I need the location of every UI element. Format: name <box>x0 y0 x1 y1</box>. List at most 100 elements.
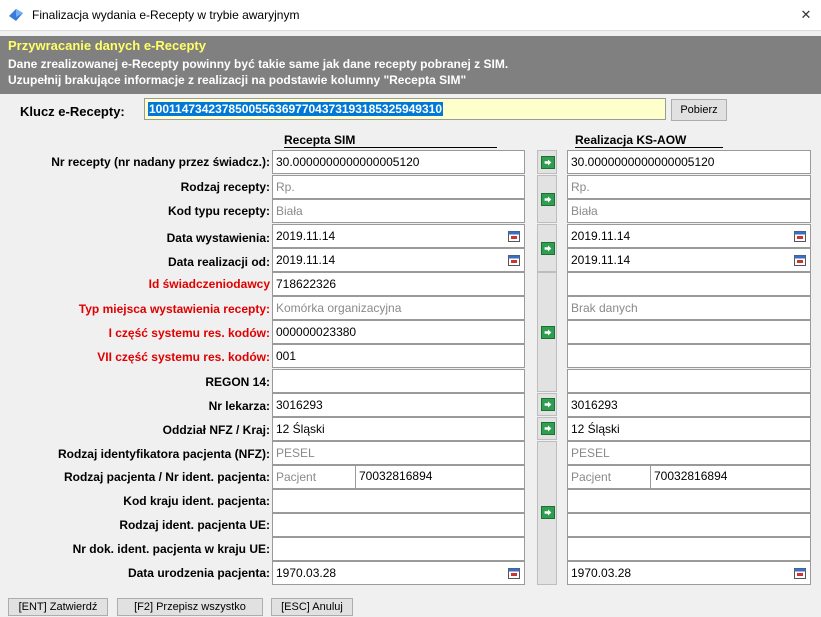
copy-arrow-icon[interactable] <box>541 193 555 206</box>
copy-group <box>537 393 557 416</box>
row-label: Rodzaj pacjenta / Nr ident. pacjenta: <box>63 470 270 484</box>
row-label-required: I część systemu res. kodów: <box>108 326 270 340</box>
calendar-icon[interactable] <box>508 255 520 266</box>
sim-patient-id-value[interactable]: 70032816894 <box>355 466 432 488</box>
sim-field-provider-id[interactable]: 718622326 <box>272 272 525 296</box>
column-header-ks-underline <box>575 147 723 148</box>
copy-arrow-icon[interactable] <box>541 326 555 339</box>
ks-field-provider-id[interactable] <box>567 272 811 296</box>
row-label-required: Id świadczeniodawcy <box>148 277 270 291</box>
ks-realization-date-value: 2019.11.14 <box>571 253 631 267</box>
ks-field-patient-id-type[interactable]: PESEL <box>567 441 811 465</box>
confirm-button[interactable]: [ENT] Zatwierdź <box>8 598 108 616</box>
sim-field-patient-kind[interactable]: Pacjent 70032816894 <box>272 465 525 489</box>
sim-field-nfz-branch[interactable]: 12 Śląski <box>272 417 525 441</box>
banner-line-1: Dane zrealizowanej e-Recepty powinny być… <box>8 57 509 71</box>
close-icon[interactable]: ✕ <box>791 0 821 30</box>
row-label: Data wystawienia: <box>166 231 270 245</box>
sim-field-eu-id-type[interactable] <box>272 513 525 537</box>
sim-field-prescription-number[interactable]: 30.0000000000000005120 <box>272 150 525 174</box>
sim-field-prescription-type[interactable]: Rp. <box>272 175 525 199</box>
ks-birth-date-value: 1970.03.28 <box>571 566 632 580</box>
sim-field-regon[interactable] <box>272 369 525 393</box>
row-label: Rodzaj recepty: <box>180 180 270 194</box>
sim-field-eu-doc-number[interactable] <box>272 537 525 561</box>
row-label: REGON 14: <box>205 375 270 389</box>
row-label-required: VII część systemu res. kodów: <box>97 350 270 364</box>
calendar-icon[interactable] <box>508 231 520 242</box>
ks-field-prescription-type[interactable]: Rp. <box>567 175 811 199</box>
ks-field-realization-date[interactable]: 2019.11.14 <box>567 248 811 272</box>
ks-field-country-code[interactable] <box>567 489 811 513</box>
row-label: Nr lekarza: <box>208 399 270 413</box>
ks-field-eu-id-type[interactable] <box>567 513 811 537</box>
ks-patient-id-value[interactable]: 70032816894 <box>650 466 727 488</box>
copy-group <box>537 224 557 272</box>
ks-field-regon[interactable] <box>567 369 811 393</box>
sim-field-patient-id-type[interactable]: PESEL <box>272 441 525 465</box>
window-title: Finalizacja wydania e-Recepty w trybie a… <box>32 8 300 22</box>
copy-arrow-icon[interactable] <box>541 506 555 519</box>
calendar-icon[interactable] <box>794 231 806 242</box>
calendar-icon[interactable] <box>508 568 520 579</box>
ks-field-code-part-7[interactable] <box>567 344 811 368</box>
copy-group <box>537 150 557 174</box>
row-label: Rodzaj ident. pacjenta UE: <box>119 518 270 532</box>
copy-group <box>537 417 557 440</box>
ks-field-patient-kind[interactable]: Pacjent 70032816894 <box>567 465 811 489</box>
row-label: Data realizacji od: <box>167 255 270 269</box>
row-label: Nr dok. ident. pacjenta w kraju UE: <box>72 542 270 556</box>
ks-field-place-type[interactable]: Brak danych <box>567 296 811 320</box>
copy-group <box>537 175 557 223</box>
app-icon <box>9 9 23 21</box>
row-label: Kod typu recepty: <box>167 204 270 218</box>
fetch-button[interactable]: Pobierz <box>671 99 727 121</box>
sim-realization-date-value: 2019.11.14 <box>276 253 336 267</box>
copy-all-button[interactable]: [F2] Przepisz wszystko <box>117 598 263 616</box>
ks-field-type-code[interactable]: Biała <box>567 199 811 223</box>
cancel-button[interactable]: [ESC] Anuluj <box>271 598 353 616</box>
sim-field-place-type[interactable]: Komórka organizacyjna <box>272 296 525 320</box>
row-label: Nr recepty (nr nadany przez świadcz.): <box>51 155 270 169</box>
row-label: Data urodzenia pacjenta: <box>127 566 270 580</box>
sim-field-issue-date[interactable]: 2019.11.14 <box>272 224 525 248</box>
ks-field-birth-date[interactable]: 1970.03.28 <box>567 561 811 585</box>
sim-field-code-part-7[interactable]: 001 <box>272 344 525 368</box>
row-label-required: Typ miejsca wystawienia recepty: <box>78 302 270 316</box>
title-bar: Finalizacja wydania e-Recepty w trybie a… <box>0 0 821 31</box>
ks-field-doctor-number[interactable]: 3016293 <box>567 393 811 417</box>
ks-field-nfz-branch[interactable]: 12 Śląski <box>567 417 811 441</box>
calendar-icon[interactable] <box>794 255 806 266</box>
ks-field-code-part-1[interactable] <box>567 320 811 344</box>
ks-patient-kind-value: Pacjent <box>571 470 612 484</box>
row-label: Kod kraju ident. pacjenta: <box>123 494 270 508</box>
banner-heading: Przywracanie danych e-Recepty <box>8 38 206 53</box>
copy-arrow-icon[interactable] <box>541 156 555 169</box>
key-value: 1001147342378500556369770437319318532594… <box>148 102 443 116</box>
column-header-ks: Realizacja KS-AOW <box>575 133 687 147</box>
key-input[interactable]: 1001147342378500556369770437319318532594… <box>144 98 666 120</box>
footer-bar: [ENT] Zatwierdź [F2] Przepisz wszystko [… <box>0 596 821 617</box>
calendar-icon[interactable] <box>794 568 806 579</box>
column-header-sim-underline <box>284 147 497 148</box>
banner-line-2: Uzupełnij brakujące informacje z realiza… <box>8 73 467 87</box>
copy-arrow-icon[interactable] <box>541 398 555 411</box>
sim-field-code-part-1[interactable]: 000000023380 <box>272 320 525 344</box>
ks-field-eu-doc-number[interactable] <box>567 537 811 561</box>
ks-issue-date-value: 2019.11.14 <box>571 229 631 243</box>
sim-field-birth-date[interactable]: 1970.03.28 <box>272 561 525 585</box>
copy-arrow-icon[interactable] <box>541 242 555 255</box>
copy-group <box>537 272 557 392</box>
copy-arrow-icon[interactable] <box>541 422 555 435</box>
info-banner: Przywracanie danych e-Recepty Dane zreal… <box>0 36 821 94</box>
sim-field-doctor-number[interactable]: 3016293 <box>272 393 525 417</box>
ks-field-issue-date[interactable]: 2019.11.14 <box>567 224 811 248</box>
sim-issue-date-value: 2019.11.14 <box>276 229 336 243</box>
sim-field-country-code[interactable] <box>272 489 525 513</box>
sim-patient-kind-value: Pacjent <box>276 470 317 484</box>
sim-field-realization-date[interactable]: 2019.11.14 <box>272 248 525 272</box>
sim-birth-date-value: 1970.03.28 <box>276 566 337 580</box>
key-label: Klucz e-Recepty: <box>20 104 125 119</box>
sim-field-type-code[interactable]: Biała <box>272 199 525 223</box>
ks-field-prescription-number[interactable]: 30.0000000000000005120 <box>567 150 811 174</box>
